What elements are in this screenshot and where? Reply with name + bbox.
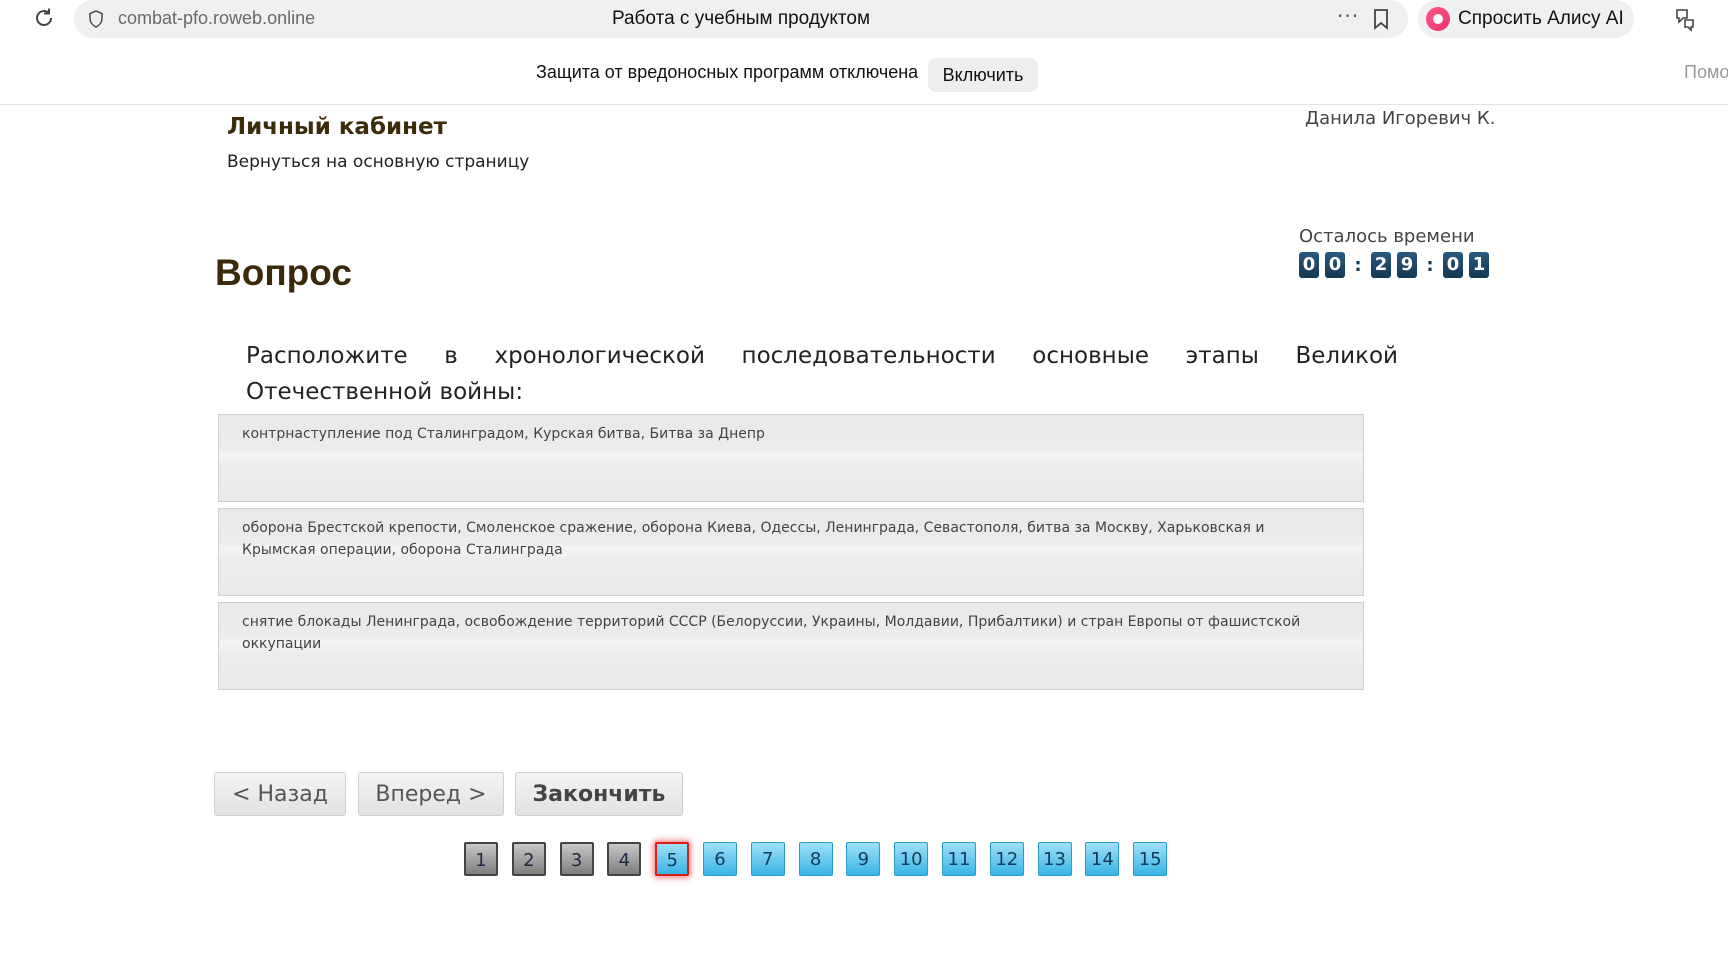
question-text: Расположите в хронологической последоват… xyxy=(246,343,1398,405)
prev-button[interactable]: < Назад xyxy=(214,772,346,816)
countdown-timer: 0 0 : 2 9 : 0 1 xyxy=(1299,252,1495,278)
page-button-6[interactable]: 6 xyxy=(702,842,737,876)
timer-digit: 9 xyxy=(1397,252,1417,278)
finish-button[interactable]: Закончить xyxy=(515,772,683,816)
user-name: Данила Игоревич К. xyxy=(1305,108,1496,129)
browser-toolbar: combat-pfo.roweb.online Работа с учебным… xyxy=(0,0,1728,38)
enable-protection-button[interactable]: Включить xyxy=(928,58,1038,92)
timer-label: Осталось времени xyxy=(1299,226,1475,247)
page-button-11[interactable]: 11 xyxy=(941,842,976,876)
timer-digit: 1 xyxy=(1469,252,1489,278)
cabinet-title: Личный кабинет xyxy=(227,114,447,140)
timer-colon: : xyxy=(1354,254,1362,276)
page-button-10[interactable]: 10 xyxy=(894,842,929,876)
next-button[interactable]: Вперед > xyxy=(358,772,504,816)
page-title: Работа с учебным продуктом xyxy=(611,8,871,29)
reload-icon[interactable] xyxy=(32,6,56,30)
answer-item[interactable]: контрнаступление под Сталинградом, Курск… xyxy=(218,414,1364,502)
page-button-5[interactable]: 5 xyxy=(655,842,690,876)
ask-alice-button[interactable]: Спросить Алису AI xyxy=(1418,0,1634,38)
answer-text: контрнаступление под Сталинградом, Курск… xyxy=(242,426,765,442)
answer-text: оборона Брестской крепости, Смоленское с… xyxy=(242,520,1265,558)
page-button-1[interactable]: 1 xyxy=(464,842,498,876)
more-options-icon[interactable]: ··· xyxy=(1337,4,1359,28)
back-to-main-link[interactable]: Вернуться на основную страницу xyxy=(227,152,529,172)
answer-text: снятие блокады Ленинграда, освобождение … xyxy=(242,614,1301,652)
security-notice-bar: Защита от вредоносных программ отключена… xyxy=(0,42,1728,105)
timer-digit: 0 xyxy=(1443,252,1463,278)
security-notice-text: Защита от вредоносных программ отключена xyxy=(536,62,919,82)
help-link[interactable]: Помо xyxy=(1684,62,1728,83)
timer-digit: 0 xyxy=(1299,252,1319,278)
ask-alice-label: Спросить Алису AI xyxy=(1458,8,1624,29)
answer-item[interactable]: снятие блокады Ленинграда, освобождение … xyxy=(218,602,1364,690)
page-button-2[interactable]: 2 xyxy=(511,842,546,876)
alice-icon xyxy=(1426,7,1450,31)
page-button-3[interactable]: 3 xyxy=(559,842,594,876)
question-pager: 1 2 3 4 5 6 7 8 9 10 11 12 13 14 15 xyxy=(464,842,1181,876)
answer-item[interactable]: оборона Брестской крепости, Смоленское с… xyxy=(218,508,1364,596)
page-button-4[interactable]: 4 xyxy=(607,842,642,876)
answer-list: контрнаступление под Сталинградом, Курск… xyxy=(218,414,1364,696)
timer-colon: : xyxy=(1426,254,1434,276)
address-bar[interactable]: combat-pfo.roweb.online Работа с учебным… xyxy=(74,0,1408,38)
page-button-15[interactable]: 15 xyxy=(1133,842,1168,876)
page-button-14[interactable]: 14 xyxy=(1085,842,1120,876)
question-heading: Вопрос xyxy=(215,252,352,293)
page-button-13[interactable]: 13 xyxy=(1037,842,1072,876)
page-button-12[interactable]: 12 xyxy=(989,842,1024,876)
bookmark-icon[interactable] xyxy=(1372,8,1390,30)
page-button-9[interactable]: 9 xyxy=(846,842,881,876)
page-button-7[interactable]: 7 xyxy=(750,842,785,876)
extensions-icon[interactable] xyxy=(1672,6,1698,32)
timer-digit: 2 xyxy=(1371,252,1391,278)
page-button-8[interactable]: 8 xyxy=(798,842,833,876)
timer-digit: 0 xyxy=(1325,252,1345,278)
